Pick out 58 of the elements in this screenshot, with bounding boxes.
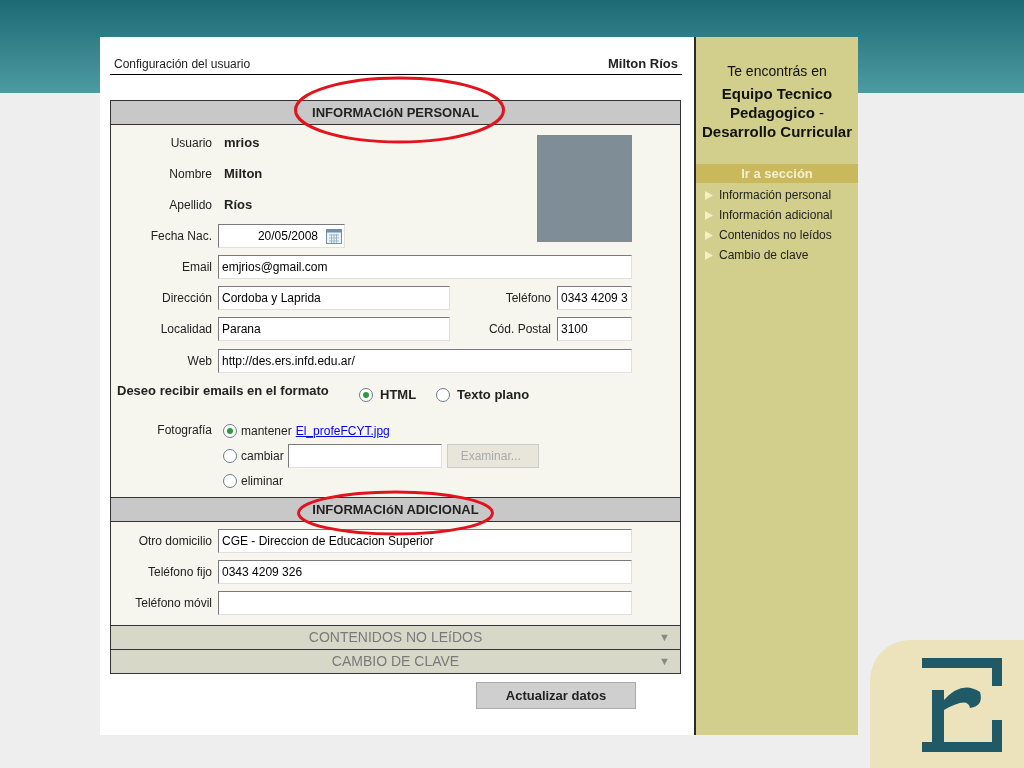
field-label: Cód. Postal (487, 320, 551, 338)
expand-arrow: ▼ (659, 654, 670, 670)
field-value: Milton (224, 164, 263, 183)
section-heading: Ir a sección (696, 164, 858, 183)
radio-label: HTML (380, 386, 417, 405)
text-field[interactable]: 0343 4209 326 (218, 559, 632, 584)
radio-button[interactable] (223, 448, 237, 463)
text-field[interactable]: CGE - Direccion de Educacion Superior (218, 528, 632, 553)
text-field[interactable]: 3100 (557, 316, 632, 341)
sidebar-intro: Te encontrás en (726, 62, 828, 81)
page-title: Configuración del usuario (114, 56, 251, 73)
field-label: Fotografía (156, 422, 212, 439)
text-field[interactable]: 0343 4209 3 (557, 285, 632, 310)
field-label: Nombre (168, 165, 212, 183)
section-title: CONTENIDOS NO LEíDOS (308, 628, 483, 647)
radio-button[interactable] (359, 388, 373, 402)
field-value: Ríos (224, 195, 253, 214)
expand-arrow: ▼ (659, 630, 670, 646)
sidebar-link[interactable]: Información adicional (719, 206, 833, 224)
field-label: Apellido (168, 196, 212, 214)
date-field[interactable]: 20/05/2008 (218, 223, 345, 248)
field-label: Email (181, 258, 212, 276)
text-field[interactable]: Cordoba y Laprida (218, 285, 450, 310)
sidebar-link[interactable]: Contenidos no leídos (719, 226, 832, 244)
field-label: Teléfono móvil (134, 594, 212, 612)
file-link[interactable]: El_profeFCYT.jpg (295, 421, 390, 440)
field-label: Otro domicilio (137, 532, 212, 550)
radio-label: Texto plano (457, 386, 530, 405)
field-label: Teléfono (504, 289, 551, 307)
format-label: Deseo recibir emails en el formato (117, 382, 330, 401)
date-value: 20/05/2008 (257, 227, 318, 245)
field-label: Localidad (159, 320, 212, 338)
group-name: Equipo Tecnico Pedagogico - Desarrollo Curricular (700, 84, 854, 141)
calendar-icon[interactable] (326, 227, 342, 244)
section-title: CAMBIO DE CLAVE (331, 652, 460, 671)
user-name: Milton Ríos (607, 54, 678, 73)
radio-label: eliminar (241, 472, 283, 490)
field-label: Usuario (169, 134, 212, 152)
section-header: INFORMACIóN ADICIONAL (111, 498, 680, 522)
update-button[interactable]: Actualizar datos (476, 682, 636, 709)
text-field[interactable] (218, 590, 632, 615)
text-field[interactable]: Parana (218, 316, 450, 341)
text-field[interactable]: emjrios@gmail.com (218, 254, 632, 279)
radio-button[interactable] (436, 388, 451, 402)
field-label: Dirección (161, 289, 212, 307)
field-value: mrios (224, 133, 260, 152)
sidebar-link[interactable]: Cambio de clave (719, 246, 809, 264)
sidebar-link[interactable]: Información personal (719, 186, 832, 204)
section-header: INFORMACIóN PERSONAL (111, 101, 680, 125)
file-field[interactable] (287, 443, 442, 468)
field-label: Fecha Nac. (149, 227, 212, 245)
radio-label: mantener (241, 422, 292, 440)
radio-label: cambiar (241, 447, 284, 465)
radio-button[interactable] (223, 423, 237, 438)
field-label: Web (186, 353, 212, 370)
field-label: Teléfono fijo (146, 563, 212, 581)
radio-button[interactable] (223, 473, 237, 488)
text-field[interactable]: http://des.ers.infd.edu.ar/ (218, 349, 632, 373)
